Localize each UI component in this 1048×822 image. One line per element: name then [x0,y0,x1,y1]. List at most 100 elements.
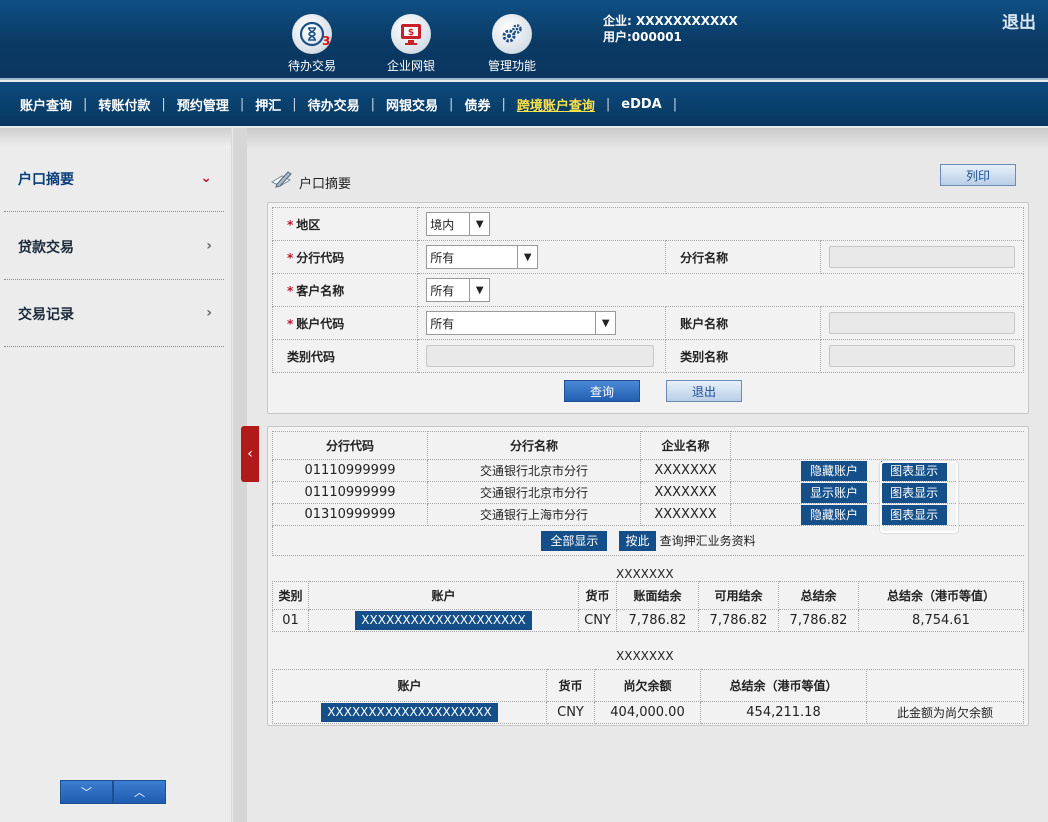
column-header [866,669,1024,702]
column-header: 企业名称 [640,431,731,460]
top-header: 待办交易 3 $ 企业网银 管理功能 企业: XXXXXXXXXXX 用户:00… [0,0,1048,80]
show-accounts-button[interactable]: 显示账户 [801,482,868,503]
management-button[interactable]: 管理功能 [472,14,552,74]
logout-link[interactable]: 退出 [1002,8,1036,33]
monitor-dollar-icon: $ [391,14,431,54]
corporate-banking-button[interactable]: $ 企业网银 [371,14,451,74]
corporate-banking-label: 企业网银 [386,59,435,73]
customer-name-select[interactable]: 所有 ▼ [426,278,491,302]
chevron-down-icon: ▼ [469,213,489,235]
account-cell: XXXXXXXXXXXXXXXXXXXX [308,609,579,632]
press-here-button[interactable]: 按此 [619,530,656,551]
svg-text:$: $ [408,28,414,38]
pending-transactions-label: 待办交易 [287,59,336,73]
print-button[interactable]: 列印 [940,164,1016,186]
chevron-down-icon: ▼ [517,246,537,268]
required-mark: * [287,316,294,331]
hide-accounts-button[interactable]: 隐藏账户 [801,504,868,525]
account-number-link[interactable]: XXXXXXXXXXXXXXXXXXXX [355,611,532,630]
nav-cross-border-query[interactable]: 跨境账户查询 [517,95,595,114]
account-code-label: * 账户代码 [271,306,419,340]
nav-bonds[interactable]: 债券 [464,95,490,114]
note-cell: 此金额为尚欠余额 [866,701,1024,724]
category-name-field[interactable] [829,345,1015,367]
column-header: 总结余（港币等值） [700,669,867,702]
column-header: 账面结余 [616,581,699,610]
scroll-controls: ﹀ ︿ [60,780,166,804]
column-header: 类别 [272,581,309,610]
account-code-select-value: 所有 [430,316,455,331]
account-name-field[interactable] [829,312,1015,334]
category-code-field[interactable] [426,345,655,367]
nav-account-query[interactable]: 账户查询 [20,95,72,114]
sidebar-item-transaction-records[interactable]: 交易记录 › [4,281,224,347]
nav-edda[interactable]: eDDA [621,97,661,112]
loan-group-title: XXXXXXX [616,649,674,663]
region-select-value: 境内 [430,217,455,232]
loan-table: 账户 货币 尚欠余额 总结余（港币等值） XXXXXXXXXXXXXXXXXXX… [272,669,1024,724]
hide-accounts-button[interactable]: 隐藏账户 [801,460,868,481]
collapse-sidebar-tab[interactable]: ‹ [241,426,259,482]
query-button[interactable]: 查询 [564,380,640,402]
category-code-cell [417,339,667,373]
query-form: * 地区 境内 ▼ * 分行代码 所有 ▼ 分行名称 * 客户名称 所有 ▼ *… [267,202,1029,414]
sidebar-item-label: 交易记录 [18,306,74,323]
table-row: XXXXXXXXXXXXXXXXXXXX CNY 404,000.00 454,… [272,701,1024,724]
nav-separator: | [501,96,506,112]
nav-pending[interactable]: 待办交易 [308,95,360,114]
nav-transfer-payment[interactable]: 转账付款 [98,95,150,114]
nav-negotiation[interactable]: 押汇 [255,95,281,114]
pending-transactions-button[interactable]: 待办交易 3 [272,14,352,74]
table-row: 01 XXXXXXXXXXXXXXXXXXXX CNY 7,786.82 7,7… [272,609,1024,632]
query-form-table: * 地区 境内 ▼ * 分行代码 所有 ▼ 分行名称 * 客户名称 所有 ▼ *… [271,207,1024,373]
account-number-link[interactable]: XXXXXXXXXXXXXXXXXXXX [321,703,498,722]
branch-name-cell: 交通银行上海市分行 [427,503,641,526]
nav-appointment[interactable]: 预约管理 [177,95,229,114]
column-header-actions [730,431,1024,460]
chevron-down-icon: ⌄ [200,170,212,186]
column-header: 总结余（港币等值） [858,581,1024,610]
page-title-text: 户口摘要 [299,177,352,192]
scroll-down-button[interactable]: ﹀ [60,780,113,804]
column-header: 尚欠余额 [594,669,701,702]
hkd-equivalent-cell: 454,211.18 [700,701,867,724]
column-header: 货币 [578,581,617,610]
branch-code-label-text: 分行代码 [296,250,345,265]
account-code-label-text: 账户代码 [296,316,345,331]
sidebar: 户口摘要 ⌄ 贷款交易 › 交易记录 › [0,128,232,822]
pending-count-badge: 3 [322,34,331,48]
total-balance-cell: 7,786.82 [778,609,859,632]
nav-separator: | [239,96,245,112]
branch-code-select-value: 所有 [430,250,455,265]
column-header: 账户 [308,581,579,610]
required-mark: * [287,217,294,232]
sidebar-item-loan-transactions[interactable]: 贷款交易 › [4,214,224,280]
scroll-up-button[interactable]: ︿ [113,780,166,804]
page-title: 户口摘要 [269,168,351,192]
customer-name-label: * 客户名称 [271,273,419,307]
region-select[interactable]: 境内 ▼ [426,212,491,236]
branch-code-select[interactable]: 所有 ▼ [426,245,539,269]
exit-button[interactable]: 退出 [666,380,742,402]
category-name-cell [820,339,1024,373]
required-mark: * [287,250,294,265]
sidebar-item-account-summary[interactable]: 户口摘要 ⌄ [4,146,224,212]
column-header: 分行名称 [427,431,641,460]
company-name-cell: XXXXXXX [640,459,731,482]
nav-separator: | [449,96,454,112]
user-info: 企业: XXXXXXXXXXX 用户:000001 [603,13,738,45]
nav-separator: | [83,96,88,112]
chart-buttons-highlight [880,461,958,533]
show-all-button[interactable]: 全部显示 [541,530,608,551]
table-header-row: 类别 账户 货币 账面结余 可用结余 总结余 总结余（港币等值） [272,581,1024,610]
account-code-select[interactable]: 所有 ▼ [426,311,617,335]
company-name-cell: XXXXXXX [640,481,731,504]
branch-name-field[interactable] [829,246,1015,268]
nav-online-transactions[interactable]: 网银交易 [386,95,438,114]
required-mark: * [287,283,294,298]
main-nav: 账户查询 | 转账付款 | 预约管理 | 押汇 | 待办交易 | 网银交易 | 债券 | 跨境… [0,82,1048,126]
outstanding-balance-cell: 404,000.00 [594,701,701,724]
deposit-group-title: XXXXXXX [616,567,674,581]
nav-separator: | [161,96,166,112]
branch-code-cell: 01110999999 [272,459,428,482]
